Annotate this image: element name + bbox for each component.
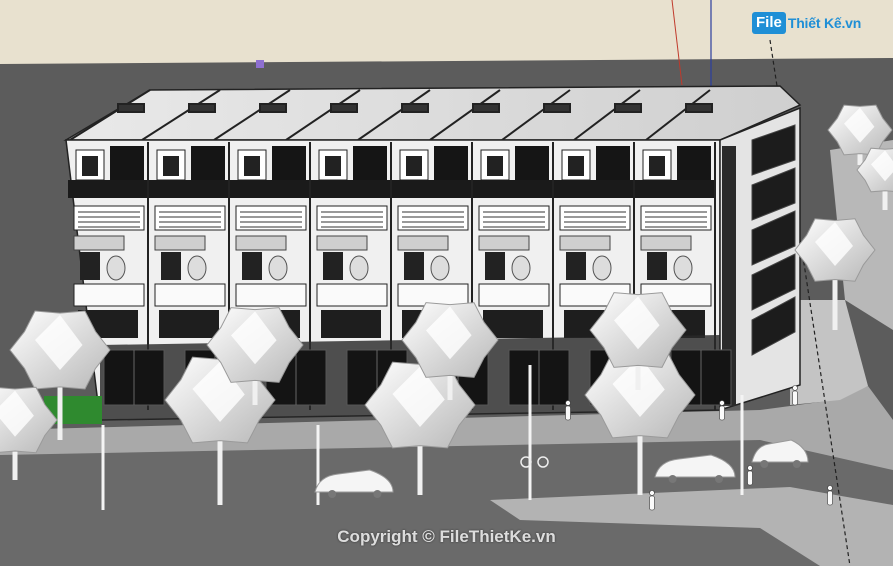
bay-window-pane xyxy=(325,156,341,176)
bay-window-3f xyxy=(159,310,219,338)
roof-hatch xyxy=(614,103,642,113)
bay-window-pane xyxy=(406,156,422,176)
balcony-slab xyxy=(73,283,145,307)
roof-hatch xyxy=(472,103,500,113)
bay-window-lower xyxy=(242,252,262,280)
person xyxy=(649,490,655,511)
glass-balcony xyxy=(235,235,287,251)
logo-box: File xyxy=(752,12,786,34)
planter-shrub xyxy=(592,255,612,281)
planter-shrub xyxy=(106,255,126,281)
person-body xyxy=(792,390,798,406)
bay-window-lower xyxy=(485,252,505,280)
balcony-slab xyxy=(235,283,307,307)
balcony-slab xyxy=(154,283,226,307)
floor-band xyxy=(230,180,311,198)
glass-balcony xyxy=(559,235,611,251)
bay-louvre xyxy=(316,205,388,231)
floor-band xyxy=(554,180,635,198)
planter-shrub xyxy=(511,255,531,281)
person-head xyxy=(719,400,725,406)
person xyxy=(827,485,833,506)
planter-shrub xyxy=(268,255,288,281)
planter-shrub xyxy=(430,255,450,281)
person-head xyxy=(649,490,655,496)
roof-hatch xyxy=(188,103,216,113)
glass-balcony xyxy=(640,235,692,251)
bay-window-lower xyxy=(566,252,586,280)
bay-window-lower xyxy=(161,252,181,280)
person-head xyxy=(792,385,798,391)
person-head xyxy=(747,465,753,471)
bay-louvre xyxy=(154,205,226,231)
person xyxy=(792,385,798,406)
person-body xyxy=(565,405,571,421)
bay-window-pane xyxy=(487,156,503,176)
bay-window-pane xyxy=(649,156,665,176)
roof-hatch xyxy=(685,103,713,113)
car-wheel xyxy=(760,460,769,468)
roof-hatch xyxy=(401,103,429,113)
bay-window-pane xyxy=(82,156,98,176)
3d-model-viewport[interactable]: File Thiết Kế.vn Copyright © FileThietKe… xyxy=(0,0,893,566)
bay-louvre xyxy=(235,205,307,231)
floor-band xyxy=(311,180,392,198)
planter-shrub xyxy=(349,255,369,281)
person-body xyxy=(649,495,655,511)
planter-shrub xyxy=(673,255,693,281)
logo-text: Thiết Kế.vn xyxy=(787,15,862,31)
bay-window-lower xyxy=(647,252,667,280)
balcony-slab xyxy=(316,283,388,307)
person-body xyxy=(827,490,833,506)
roof-hatch xyxy=(259,103,287,113)
bay-louvre xyxy=(478,205,550,231)
person xyxy=(565,400,571,421)
person xyxy=(747,465,753,486)
floor-band xyxy=(149,180,230,198)
bay-window-lower xyxy=(80,252,100,280)
roof-hatch xyxy=(330,103,358,113)
selection-marker xyxy=(256,60,264,68)
car-wheel xyxy=(373,490,382,498)
bay-louvre xyxy=(640,205,712,231)
person-body xyxy=(719,405,725,421)
bay-window-lower xyxy=(323,252,343,280)
planter-shrub xyxy=(187,255,207,281)
glass-balcony xyxy=(154,235,206,251)
bay-window-3f xyxy=(321,310,381,338)
bay-window-pane xyxy=(163,156,179,176)
floor-band xyxy=(635,180,716,198)
bay-window-lower xyxy=(404,252,424,280)
car-wheel xyxy=(668,475,677,483)
person-body xyxy=(747,470,753,486)
glass-balcony xyxy=(397,235,449,251)
car-wheel xyxy=(715,475,723,483)
floor-band xyxy=(392,180,473,198)
roof-hatch xyxy=(117,103,145,113)
floor-band xyxy=(473,180,554,198)
glass-balcony xyxy=(73,235,125,251)
glass-balcony xyxy=(316,235,368,251)
bay-louvre xyxy=(397,205,469,231)
scene-drawing xyxy=(0,0,893,566)
floor-band xyxy=(68,180,149,198)
person-head xyxy=(565,400,571,406)
person xyxy=(719,400,725,421)
bay-louvre xyxy=(559,205,631,231)
balcony-slab xyxy=(478,283,550,307)
car-wheel xyxy=(328,490,337,498)
car-wheel xyxy=(792,460,801,468)
brand-logo[interactable]: File Thiết Kế.vn xyxy=(752,12,861,34)
bay-window-pane xyxy=(568,156,584,176)
bay-louvre xyxy=(73,205,145,231)
person-head xyxy=(827,485,833,491)
copyright-watermark: Copyright © FileThietKe.vn xyxy=(337,527,556,546)
roof-hatch xyxy=(543,103,571,113)
bay-window-pane xyxy=(244,156,260,176)
glass-balcony xyxy=(478,235,530,251)
